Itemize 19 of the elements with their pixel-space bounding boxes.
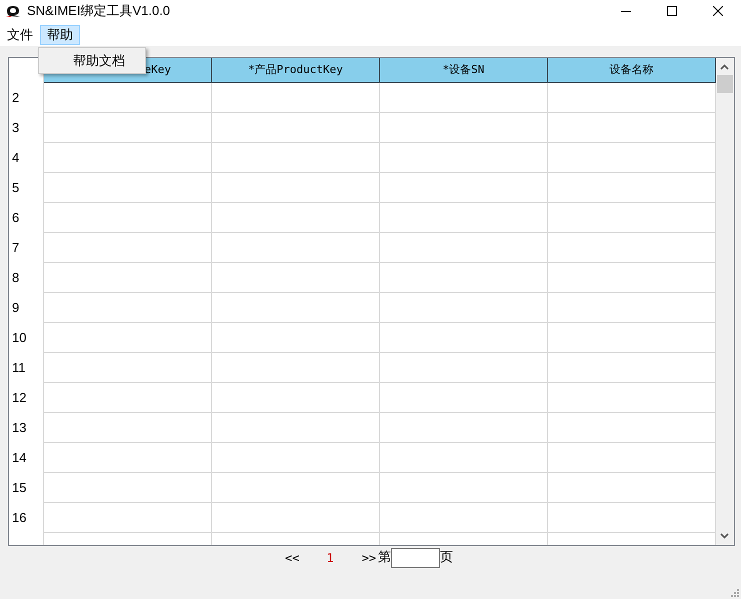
row-number: 11 bbox=[12, 359, 26, 378]
row-number: 10 bbox=[12, 329, 26, 348]
row-number: 13 bbox=[12, 419, 26, 438]
page-prefix: 第 bbox=[378, 549, 392, 568]
page-suffix: 页 bbox=[440, 549, 454, 568]
row-number: 3 bbox=[12, 119, 20, 138]
row-number: 5 bbox=[12, 179, 20, 198]
row-number: 16 bbox=[12, 509, 26, 528]
row-number: 14 bbox=[12, 449, 26, 468]
row-number: 4 bbox=[12, 149, 20, 168]
row-number: 9 bbox=[12, 299, 20, 318]
row-number: 8 bbox=[12, 269, 20, 288]
row-number: 6 bbox=[12, 209, 20, 228]
row-number: 7 bbox=[12, 239, 20, 258]
current-page-number: 1 bbox=[326, 550, 334, 567]
window-title: SN&IMEI绑定工具V1.0.0 bbox=[27, 2, 170, 20]
row-number: 15 bbox=[12, 479, 26, 498]
row-number: 2 bbox=[12, 89, 20, 108]
row-number: 12 bbox=[12, 389, 26, 408]
